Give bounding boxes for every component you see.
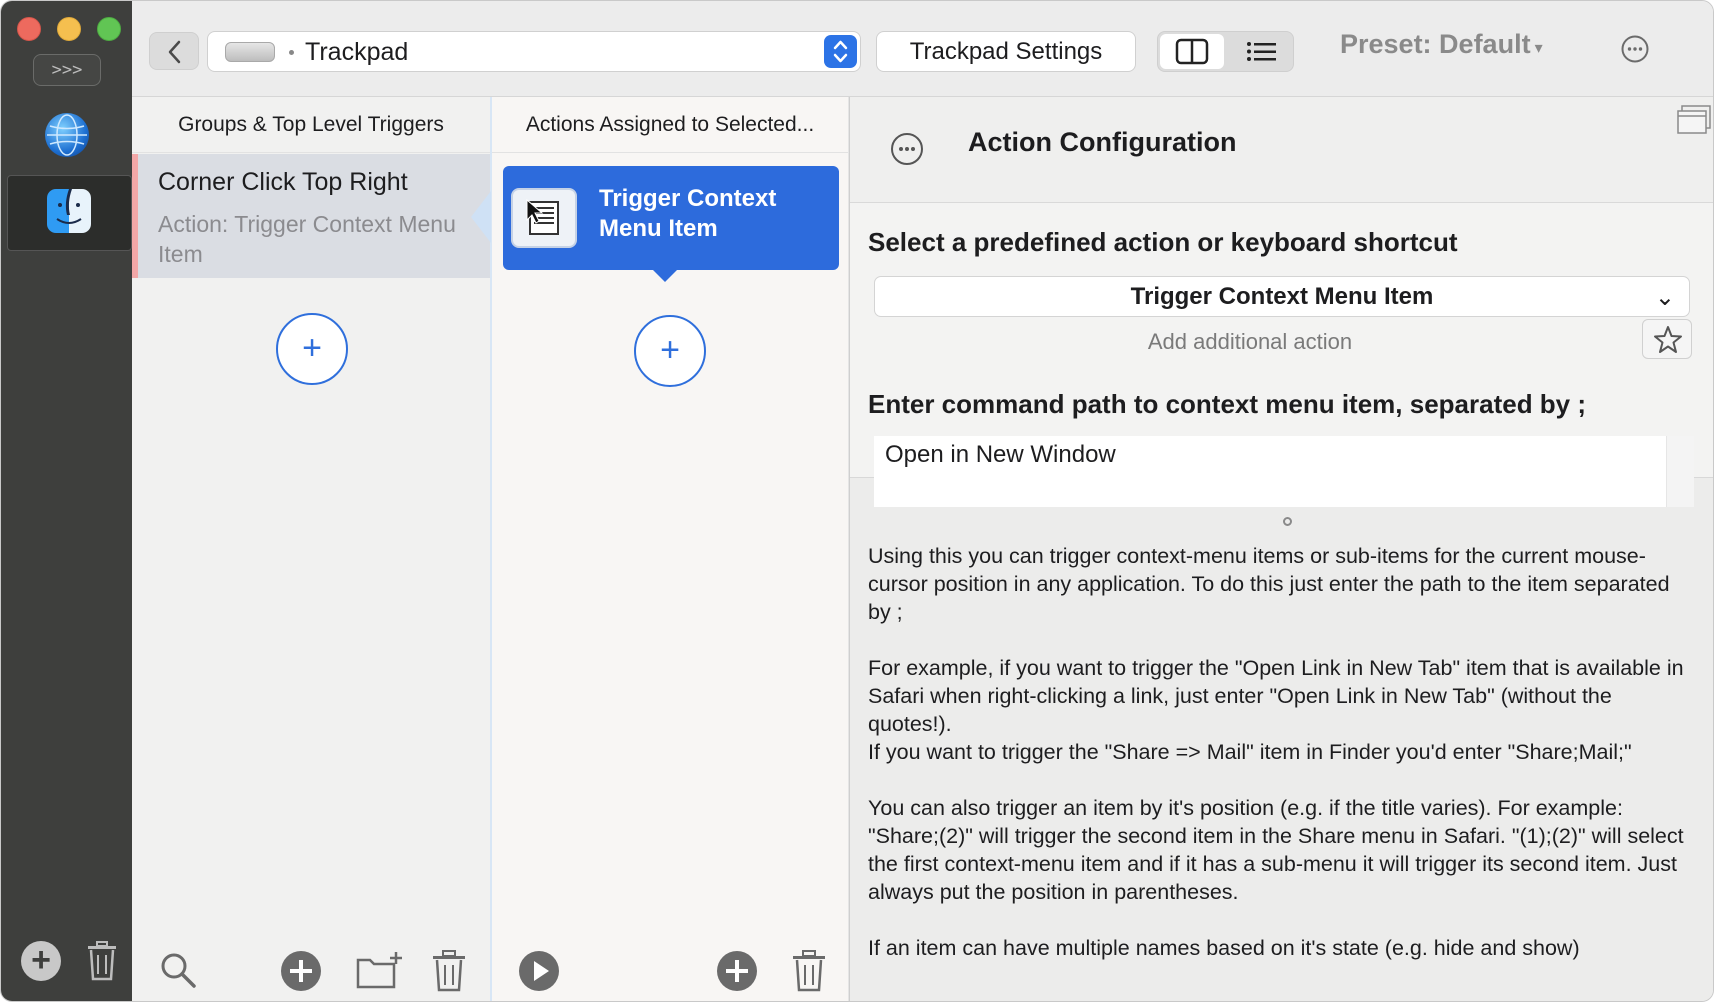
input-scrollbar[interactable] — [1666, 436, 1694, 507]
trackpad-settings-button[interactable]: Trackpad Settings — [876, 31, 1136, 72]
action-configuration-panel: Action Configuration Select a predefined… — [849, 97, 1713, 1001]
add-trigger-button[interactable]: + — [276, 313, 348, 385]
actions-column: Actions Assigned to Selected... Trigger … — [492, 97, 849, 1001]
help-paragraph: For example, if you want to trigger the … — [868, 656, 1684, 764]
star-icon[interactable] — [1642, 319, 1692, 359]
play-icon[interactable] — [518, 950, 560, 997]
more-icon[interactable] — [1620, 34, 1650, 69]
zoom-window-button[interactable] — [97, 17, 121, 41]
select-heading: Select a predefined action or keyboard s… — [868, 227, 1458, 257]
view-mode-control — [1157, 31, 1294, 72]
chevron-down-icon: ⌄ — [1654, 284, 1675, 311]
resize-grip[interactable] — [1283, 517, 1292, 526]
add-action-button[interactable]: + — [634, 315, 706, 387]
trigger-row[interactable]: Corner Click Top Right Action: Trigger C… — [132, 154, 490, 278]
action-card[interactable]: Trigger Context Menu Item — [503, 166, 839, 282]
window-icon[interactable] — [1676, 105, 1712, 140]
preset-selector[interactable]: Preset: Default ▾ — [1340, 29, 1543, 60]
triggers-column: Groups & Top Level Triggers Corner Click… — [132, 97, 492, 1001]
app-window: >>> + Trackpad Trackpad Settings Preset:… — [0, 0, 1714, 1002]
panel-header: Action Configuration — [850, 97, 1713, 203]
trigger-title: Corner Click Top Right — [158, 168, 408, 196]
preset-caret-icon: ▾ — [1534, 40, 1543, 57]
columns-view-icon[interactable] — [1160, 34, 1224, 69]
actions-header: Actions Assigned to Selected... — [492, 97, 848, 153]
finder-icon — [47, 189, 91, 233]
selection-pointer — [471, 191, 491, 243]
groups-header: Groups & Top Level Triggers — [132, 97, 490, 153]
preset-label: Preset: Default — [1340, 29, 1531, 59]
add-additional-action-link[interactable]: Add additional action — [850, 329, 1650, 355]
device-selector[interactable]: Trackpad — [207, 31, 861, 72]
add-app-button[interactable]: + — [21, 941, 61, 981]
path-heading: Enter command path to context menu item,… — [868, 389, 1587, 419]
globe-icon[interactable] — [45, 113, 89, 157]
help-paragraph: Using this you can trigger context-menu … — [868, 544, 1670, 624]
search-icon[interactable] — [158, 950, 198, 995]
context-menu-icon — [511, 188, 577, 248]
trigger-subtitle: Action: Trigger Context Menu Item — [158, 211, 456, 267]
list-view-icon[interactable] — [1230, 34, 1292, 69]
stepper-icon[interactable] — [824, 35, 857, 68]
finder-app-item[interactable] — [7, 175, 132, 251]
command-path-value: Open in New Window — [885, 441, 1116, 468]
panel-title: Action Configuration — [968, 127, 1237, 157]
add-action-icon[interactable] — [716, 950, 758, 997]
app-strip: >>> + — [1, 1, 132, 1001]
add-icon[interactable] — [280, 950, 322, 997]
action-dropdown-value: Trigger Context Menu Item — [1130, 283, 1434, 310]
more-options-icon[interactable] — [890, 132, 924, 171]
command-path-input[interactable]: Open in New Window — [874, 436, 1694, 507]
device-separator-dot — [289, 50, 294, 55]
delete-action-icon[interactable] — [792, 950, 826, 997]
new-folder-icon[interactable] — [356, 950, 402, 995]
close-window-button[interactable] — [17, 17, 41, 41]
trash-icon[interactable] — [87, 941, 117, 986]
help-text: Using this you can trigger context-menu … — [868, 542, 1698, 990]
expand-sidebar-button[interactable]: >>> — [33, 54, 101, 86]
delete-trigger-icon[interactable] — [432, 950, 466, 997]
device-label: Trackpad — [305, 38, 409, 66]
help-paragraph: You can also trigger an item by it's pos… — [868, 796, 1684, 904]
minimize-window-button[interactable] — [57, 17, 81, 41]
back-button[interactable] — [149, 32, 199, 70]
toolbar: Trackpad Trackpad Settings Preset: Defau… — [132, 1, 1713, 97]
help-paragraph: If an item can have multiple names based… — [868, 936, 1580, 960]
trackpad-icon — [225, 42, 275, 62]
action-label: Trigger Context Menu Item — [599, 185, 777, 242]
action-dropdown[interactable]: Trigger Context Menu Item ⌄ — [874, 276, 1690, 317]
back-chevron-icon — [168, 40, 181, 64]
